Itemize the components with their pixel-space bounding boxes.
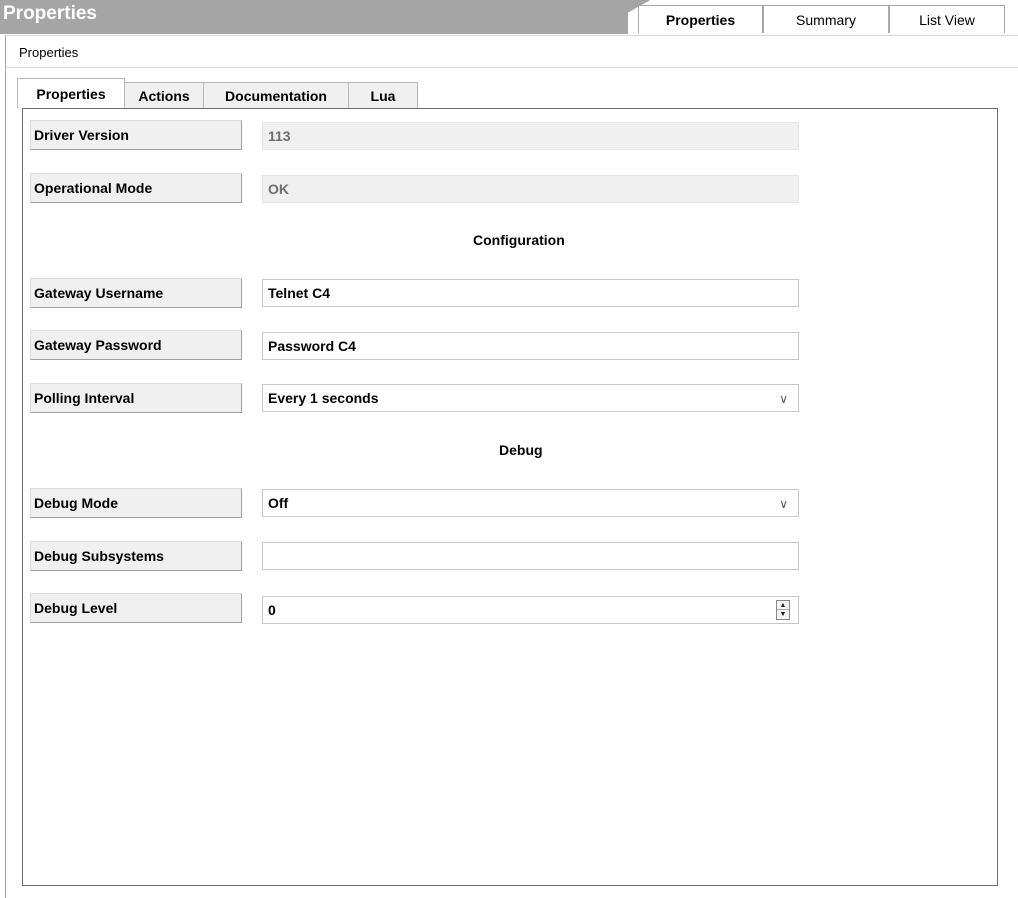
polling-interval-select[interactable]: Every 1 seconds ∨ xyxy=(262,384,799,412)
window-title: Properties xyxy=(3,3,97,24)
operational-mode-label: Operational Mode xyxy=(30,173,242,203)
subtab-properties[interactable]: Properties xyxy=(17,78,125,108)
chevron-down-icon[interactable]: ∨ xyxy=(779,392,788,406)
subtab-actions[interactable]: Actions xyxy=(124,82,204,108)
debug-level-label: Debug Level xyxy=(30,593,242,623)
section-title: Properties xyxy=(19,45,79,60)
debug-subsystems-label: Debug Subsystems xyxy=(30,541,242,571)
spinner-control: ▲ ▼ xyxy=(776,600,790,620)
subtab-lua[interactable]: Lua xyxy=(348,82,418,108)
view-tabs: Properties Summary List View xyxy=(638,5,1005,33)
left-border xyxy=(5,68,6,898)
operational-mode-field: OK xyxy=(262,175,799,203)
debug-mode-label: Debug Mode xyxy=(30,488,242,518)
driver-version-field: 113 xyxy=(262,122,799,150)
spinner-up-icon[interactable]: ▲ xyxy=(777,601,789,610)
property-tabs: Properties Actions Documentation Lua xyxy=(17,78,418,108)
tab-summary[interactable]: Summary xyxy=(763,5,889,33)
title-bar: Properties Properties Summary List View xyxy=(0,0,1018,35)
subtab-documentation[interactable]: Documentation xyxy=(203,82,349,108)
polling-interval-value: Every 1 seconds xyxy=(268,390,379,406)
chevron-down-icon[interactable]: ∨ xyxy=(779,497,788,511)
gateway-username-input[interactable]: Telnet C4 xyxy=(262,279,799,307)
gateway-username-label: Gateway Username xyxy=(30,278,242,308)
debug-subsystems-input[interactable] xyxy=(262,542,799,570)
gateway-password-label: Gateway Password xyxy=(30,330,242,360)
tab-list-view[interactable]: List View xyxy=(889,5,1005,33)
debug-mode-value: Off xyxy=(268,495,289,511)
tab-properties[interactable]: Properties xyxy=(638,5,763,33)
driver-version-label: Driver Version xyxy=(30,120,242,150)
configuration-heading: Configuration xyxy=(473,232,565,248)
polling-interval-label: Polling Interval xyxy=(30,383,242,413)
gateway-password-input[interactable]: Password C4 xyxy=(262,332,799,360)
debug-level-value: 0 xyxy=(268,602,276,618)
spinner-down-icon[interactable]: ▼ xyxy=(777,610,789,619)
debug-mode-select[interactable]: Off ∨ xyxy=(262,489,799,517)
debug-heading: Debug xyxy=(499,442,543,458)
debug-level-stepper[interactable]: 0 ▲ ▼ xyxy=(262,596,799,624)
section-header: Properties xyxy=(5,35,1018,68)
